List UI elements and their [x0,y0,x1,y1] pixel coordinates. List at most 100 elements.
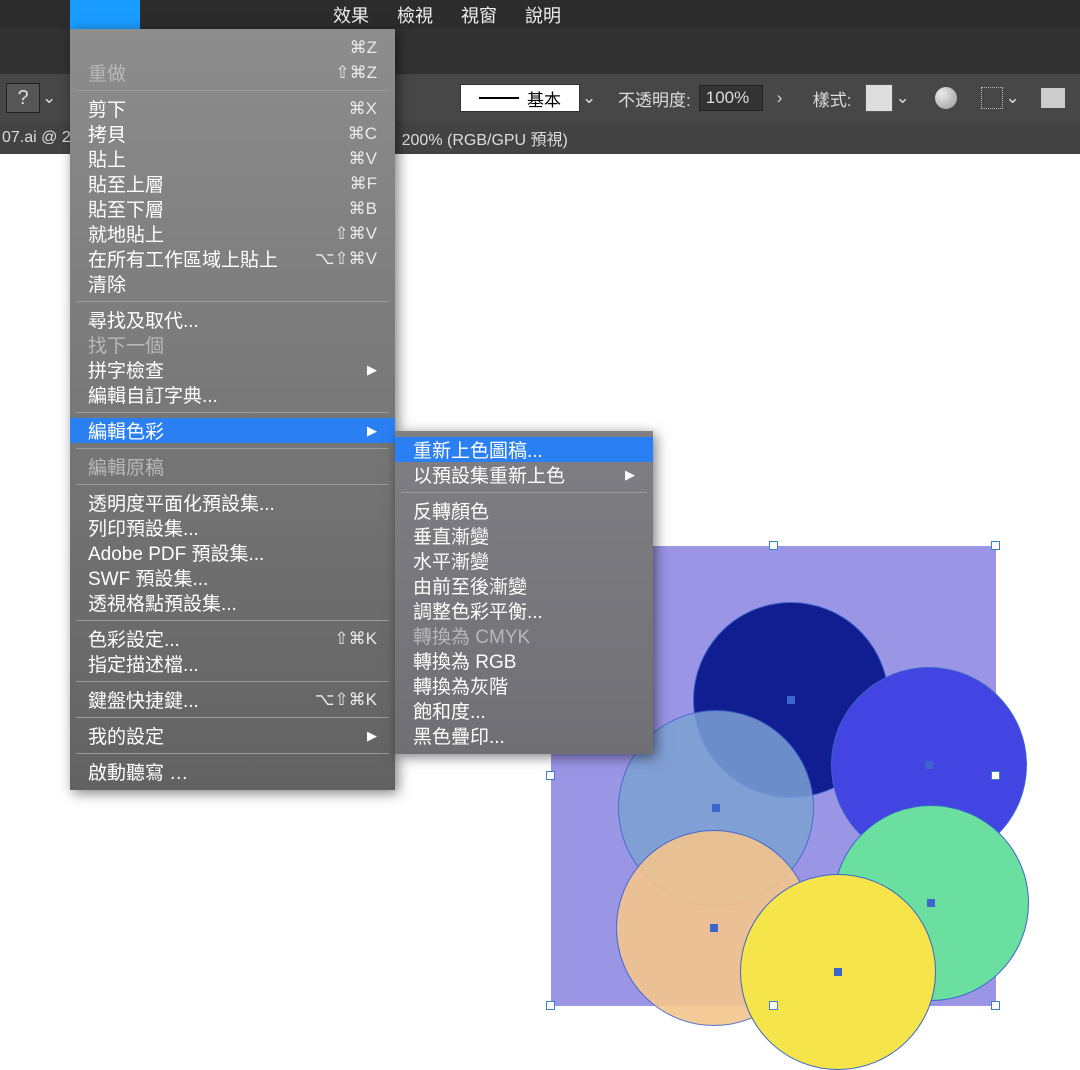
menu-shortcut: ⌘X [349,99,377,119]
menu-item-label: 剪下 [88,95,126,122]
menu-item[interactable]: 編輯色彩▶ [70,418,395,443]
menu-item[interactable]: 啟動聽寫 … [70,759,395,784]
menu-item[interactable]: 清除 [70,271,395,296]
doc-tab[interactable]: 200% (RGB/GPU 預視) [402,126,568,150]
submenu-item: 轉換為 CMYK [395,623,653,648]
selection-handle[interactable] [546,1001,555,1010]
menu-item[interactable]: 指定描述檔... [70,651,395,676]
menu-item-label: 指定描述檔... [88,650,199,677]
menu-item[interactable]: 尋找及取代... [70,307,395,332]
submenu-item[interactable]: 水平漸變 [395,548,653,573]
anchor-point[interactable] [927,899,935,907]
selection-handle[interactable] [546,771,555,780]
menu-item-window[interactable]: 視窗 [461,2,497,28]
opacity-input[interactable]: 100% [699,85,763,111]
menu-item-label: 編輯自訂字典... [88,381,218,408]
menu-item[interactable]: 透視格點預設集... [70,590,395,615]
menu-item-label: 找下一個 [88,331,164,358]
chevron-down-icon[interactable]: ⌄ [895,88,913,108]
stroke-style-dropdown[interactable]: 基本 [460,84,580,112]
submenu-item-label: 垂直漸變 [413,522,489,549]
submenu-item-label: 由前至後漸變 [413,572,527,599]
style-swatch[interactable] [865,84,893,112]
submenu-arrow-icon: ▶ [367,423,377,439]
style-label: 樣式: [813,86,852,111]
anchor-point[interactable] [925,761,933,769]
menu-item-view[interactable]: 檢視 [397,2,433,28]
anchor-point[interactable] [710,924,718,932]
menu-shortcut: ⌘F [350,174,377,194]
submenu-item[interactable]: 轉換為 RGB [395,648,653,673]
opacity-label: 不透明度: [618,86,691,111]
menu-item[interactable]: 透明度平面化預設集... [70,490,395,515]
selection-handle[interactable] [991,1001,1000,1010]
anchor-point[interactable] [712,804,720,812]
menu-item[interactable]: 貼至上層⌘F [70,171,395,196]
chevron-down-icon[interactable]: ⌄ [582,88,600,108]
submenu-arrow-icon: ▶ [625,467,635,483]
selection-handle[interactable] [991,541,1000,550]
submenu-item[interactable]: 由前至後漸變 [395,573,653,598]
align-icon[interactable] [1041,88,1065,108]
menu-item-effect[interactable]: 效果 [333,2,369,28]
menu-item[interactable]: 列印預設集... [70,515,395,540]
menu-item: 找下一個 [70,332,395,357]
anchor-point[interactable] [787,696,795,704]
menu-item-label: 在所有工作區域上貼上 [88,245,278,272]
menu-item: 編輯原稿 [70,454,395,479]
submenu-item[interactable]: 轉換為灰階 [395,673,653,698]
menu-item[interactable]: 編輯自訂字典... [70,382,395,407]
submenu-item[interactable]: 以預設集重新上色 ▶ [395,462,653,487]
submenu-item[interactable]: 垂直漸變 [395,523,653,548]
menu-item-label: Adobe PDF 預設集... [88,539,264,566]
chevron-down-icon[interactable]: ⌄ [42,88,60,108]
submenu-item[interactable]: 反轉顏色 [395,498,653,523]
menu-item-help[interactable]: 說明 [525,2,561,28]
chevron-right-icon[interactable]: › [777,88,795,108]
menubar: 效果 檢視 視窗 說明 [0,0,1080,29]
doc-tab-left[interactable]: 07.ai @ 25 [0,129,80,147]
menu-item[interactable]: Adobe PDF 預設集... [70,540,395,565]
menu-item-label: 就地貼上 [88,220,164,247]
globe-icon[interactable] [935,87,957,109]
menu-item[interactable]: 拼字檢查▶ [70,357,395,382]
menu-item[interactable]: 鍵盤快捷鍵...⌥⇧⌘K [70,687,395,712]
menu-item[interactable]: 剪下 ⌘X [70,96,395,121]
anchor-point[interactable] [834,968,842,976]
submenu-item-label: 反轉顏色 [413,497,489,524]
submenu-item[interactable]: 黑色疊印... [395,723,653,748]
menu-item[interactable]: 貼上 ⌘V [70,146,395,171]
menu-item[interactable]: 拷貝⌘C [70,121,395,146]
submenu-item[interactable]: 重新上色圖稿... [395,437,653,462]
menu-shortcut: ⌥⇧⌘K [315,690,377,710]
selection-handle[interactable] [991,771,1000,780]
submenu-item[interactable]: 調整色彩平衡... [395,598,653,623]
menu-item-label: 透明度平面化預設集... [88,489,275,516]
menu-shortcut: ⌘V [349,149,377,169]
menu-shortcut: ⌘B [349,199,377,219]
submenu-item-label: 轉換為 CMYK [413,622,530,649]
menu-shortcut: ⇧⌘Z [335,63,377,83]
menu-item[interactable]: 就地貼上⇧⌘V [70,221,395,246]
edit-menu-dropdown: ⌘Z重做⇧⌘Z剪下⌘X拷貝⌘C貼上⌘V貼至上層⌘F貼至下層⌘B就地貼上⇧⌘V在所… [70,29,395,790]
menu-item[interactable]: 色彩設定...⇧⌘K [70,626,395,651]
submenu-item-label: 調整色彩平衡... [413,597,543,624]
submenu-item[interactable]: 飽和度... [395,698,653,723]
menu-item-label: 啟動聽寫 … [88,758,188,785]
active-menu-highlight[interactable] [70,0,140,29]
selection-handle[interactable] [769,1001,778,1010]
selection-swatch[interactable]: ? [6,83,40,113]
chevron-down-icon[interactable]: ⌄ [1005,88,1023,108]
menu-item[interactable]: 貼至下層⌘B [70,196,395,221]
menu-item[interactable]: SWF 預設集... [70,565,395,590]
submenu-item-label: 以預設集重新上色 [413,461,565,488]
grid-icon[interactable] [981,87,1003,109]
menu-item-label: 貼上 [88,145,126,172]
question-icon: ? [17,87,28,110]
menu-item[interactable]: 我的設定▶ [70,723,395,748]
selection-handle[interactable] [769,541,778,550]
menu-item[interactable]: 在所有工作區域上貼上⌥⇧⌘V [70,246,395,271]
menu-item-label: 拷貝 [88,120,126,147]
submenu-arrow-icon: ▶ [367,362,377,378]
menu-item-label: 尋找及取代... [88,306,199,333]
